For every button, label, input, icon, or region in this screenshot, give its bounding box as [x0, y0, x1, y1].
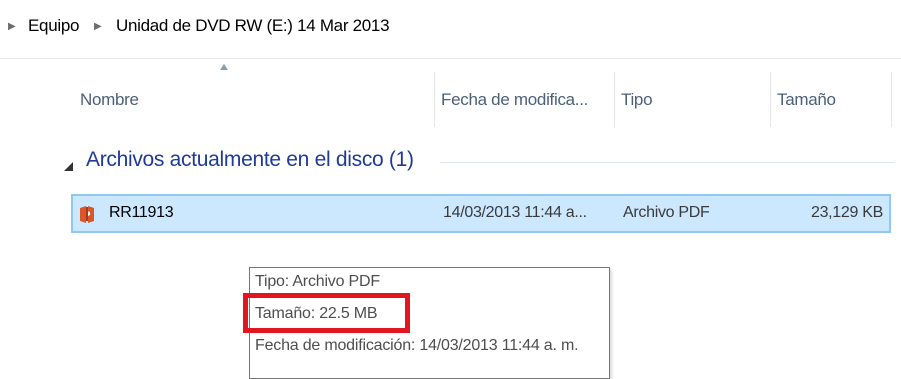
- column-divider[interactable]: [614, 72, 615, 127]
- group-divider: [440, 162, 895, 163]
- chevron-right-icon[interactable]: ▶: [94, 21, 102, 32]
- tooltip-type: Tipo: Archivo PDF: [255, 273, 380, 290]
- column-divider[interactable]: [434, 72, 435, 127]
- file-name[interactable]: RR11913: [109, 204, 174, 222]
- pdf-icon: [80, 206, 94, 223]
- column-divider[interactable]: [770, 72, 771, 127]
- chevron-right-icon[interactable]: ▶: [8, 21, 16, 32]
- file-row-selected[interactable]: RR11913 14/03/2013 11:44 a... Archivo PD…: [71, 194, 891, 233]
- file-type: Archivo PDF: [623, 204, 710, 221]
- breadcrumb-item-dvd-drive[interactable]: Unidad de DVD RW (E:) 14 Mar 2013: [116, 16, 390, 36]
- column-header-type[interactable]: Tipo: [621, 90, 653, 110]
- size-highlight-box: [243, 293, 410, 333]
- breadcrumb-item-equipo[interactable]: Equipo: [28, 16, 79, 36]
- collapse-triangle-icon[interactable]: [64, 162, 73, 171]
- breadcrumb[interactable]: ▶ Equipo ▶ Unidad de DVD RW (E:) 14 Mar …: [0, 0, 901, 59]
- column-divider[interactable]: [891, 72, 892, 127]
- column-header-date[interactable]: Fecha de modifica...: [441, 90, 588, 110]
- column-header-name[interactable]: Nombre: [80, 90, 139, 110]
- sort-ascending-icon: [220, 64, 228, 70]
- column-header-size[interactable]: Tamaño: [777, 90, 836, 110]
- tooltip-date: Fecha de modificación: 14/03/2013 11:44 …: [255, 337, 579, 354]
- group-header-title[interactable]: Archivos actualmente en el disco (1): [86, 148, 414, 172]
- file-date: 14/03/2013 11:44 a...: [443, 204, 587, 221]
- file-size: 23,129 KB: [810, 204, 883, 221]
